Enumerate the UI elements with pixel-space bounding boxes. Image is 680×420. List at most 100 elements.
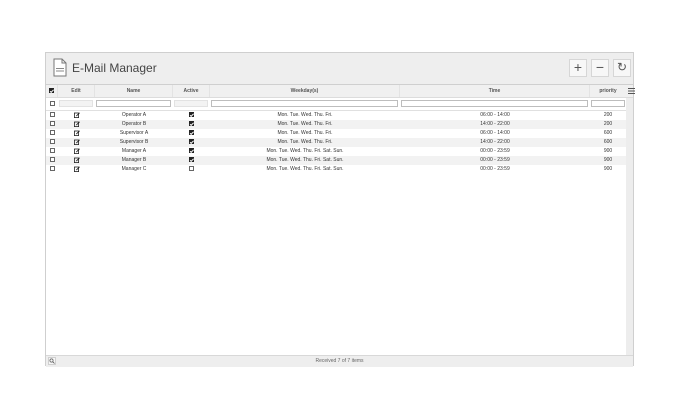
edit-icon[interactable] bbox=[73, 157, 80, 163]
refresh-button[interactable]: ↻ bbox=[613, 59, 631, 77]
table-row[interactable]: Manager A Mon. Tue. Wed. Thu. Fri. Sat. S… bbox=[46, 147, 633, 156]
row-active-cell[interactable] bbox=[173, 165, 210, 174]
grid-footer: Received 7 of 7 items bbox=[46, 355, 633, 367]
row-weekdays: Mon. Tue. Wed. Thu. Fri. Sat. Sun. bbox=[266, 148, 344, 154]
edit-icon[interactable] bbox=[73, 166, 80, 172]
row-time: 14:00 - 22:00 bbox=[480, 121, 510, 127]
row-select-checkbox[interactable] bbox=[49, 112, 55, 118]
window-title: E-Mail Manager bbox=[72, 61, 157, 75]
remove-button[interactable]: − bbox=[591, 59, 609, 77]
filter-weekdays-input[interactable] bbox=[211, 100, 398, 107]
row-active-checkbox[interactable] bbox=[189, 166, 194, 172]
row-edit-cell[interactable] bbox=[58, 120, 95, 129]
row-priority: 900 bbox=[603, 157, 613, 163]
table-row[interactable]: Manager B Mon. Tue. Wed. Thu. Fri. Sat. S… bbox=[46, 156, 633, 165]
row-weekdays: Mon. Tue. Wed. Thu. Fri. Sat. Sun. bbox=[266, 166, 344, 172]
row-select-checkbox[interactable] bbox=[49, 130, 55, 136]
row-priority: 200 bbox=[603, 121, 613, 127]
row-select-checkbox[interactable] bbox=[49, 121, 55, 127]
table-row[interactable]: Operator A Mon. Tue. Wed. Thu. Fri. 06:00 … bbox=[46, 111, 633, 120]
row-weekdays: Mon. Tue. Wed. Thu. Fri. bbox=[277, 121, 333, 127]
row-name: Supervisor A bbox=[119, 130, 149, 136]
row-active-cell[interactable] bbox=[173, 120, 210, 129]
row-weekdays: Mon. Tue. Wed. Thu. Fri. bbox=[277, 139, 333, 145]
row-active-checkbox[interactable] bbox=[189, 112, 194, 118]
filter-edit-input bbox=[59, 100, 93, 107]
row-active-checkbox[interactable] bbox=[189, 121, 194, 127]
row-priority: 200 bbox=[603, 112, 613, 118]
row-active-checkbox[interactable] bbox=[189, 130, 194, 136]
row-active-checkbox[interactable] bbox=[189, 148, 194, 154]
row-name: Manager A bbox=[121, 148, 147, 154]
edit-icon[interactable] bbox=[73, 139, 80, 145]
table-row[interactable]: Supervisor A Mon. Tue. Wed. Thu. Fri. 06:0… bbox=[46, 129, 633, 138]
row-select-checkbox[interactable] bbox=[49, 157, 55, 163]
table-row[interactable]: Operator B Mon. Tue. Wed. Thu. Fri. 14:00 … bbox=[46, 120, 633, 129]
row-priority: 900 bbox=[603, 148, 613, 154]
select-all-checkbox[interactable] bbox=[49, 88, 54, 94]
row-active-cell[interactable] bbox=[173, 147, 210, 156]
grid-header-row: Edit Name Active Weekday(s) Time priorit… bbox=[46, 85, 633, 98]
edit-icon[interactable] bbox=[73, 130, 80, 136]
row-active-checkbox[interactable] bbox=[189, 139, 194, 145]
row-edit-cell[interactable] bbox=[58, 129, 95, 138]
row-time: 00:00 - 23:59 bbox=[480, 157, 510, 163]
row-active-cell[interactable] bbox=[173, 129, 210, 138]
table-row[interactable]: Supervisor B Mon. Tue. Wed. Thu. Fri. 14:0… bbox=[46, 138, 633, 147]
row-priority: 900 bbox=[603, 166, 613, 172]
filter-select-cell[interactable] bbox=[46, 98, 58, 110]
filter-row bbox=[46, 98, 633, 111]
row-edit-cell[interactable] bbox=[58, 138, 95, 147]
row-time: 00:00 - 23:59 bbox=[480, 166, 510, 172]
row-edit-cell[interactable] bbox=[58, 165, 95, 174]
document-icon bbox=[53, 58, 67, 77]
row-edit-cell[interactable] bbox=[58, 156, 95, 165]
col-header-weekdays[interactable]: Weekday(s) bbox=[210, 85, 400, 97]
col-header-priority[interactable]: priority bbox=[590, 85, 626, 97]
menu-icon[interactable] bbox=[628, 87, 635, 95]
row-active-cell[interactable] bbox=[173, 156, 210, 165]
row-active-cell[interactable] bbox=[173, 111, 210, 120]
row-select-cell[interactable] bbox=[46, 156, 58, 165]
col-header-name[interactable]: Name bbox=[95, 85, 173, 97]
col-header-time[interactable]: Time bbox=[400, 85, 590, 97]
row-weekdays: Mon. Tue. Wed. Thu. Fri. bbox=[277, 130, 333, 136]
filter-checkbox[interactable] bbox=[49, 101, 55, 107]
row-time: 00:00 - 23:59 bbox=[480, 148, 510, 154]
filter-time-input[interactable] bbox=[401, 100, 588, 107]
row-select-cell[interactable] bbox=[46, 165, 58, 174]
panel-header: E-Mail Manager + − ↻ bbox=[46, 53, 633, 85]
row-edit-cell[interactable] bbox=[58, 111, 95, 120]
row-name: Manager B bbox=[121, 157, 147, 163]
row-select-cell[interactable] bbox=[46, 111, 58, 120]
row-select-cell[interactable] bbox=[46, 147, 58, 156]
row-priority: 600 bbox=[603, 139, 613, 145]
vertical-scrollbar[interactable] bbox=[626, 98, 633, 366]
edit-icon[interactable] bbox=[73, 112, 80, 118]
filter-priority-input[interactable] bbox=[591, 100, 625, 107]
row-select-cell[interactable] bbox=[46, 138, 58, 147]
row-select-checkbox[interactable] bbox=[49, 139, 55, 145]
row-active-cell[interactable] bbox=[173, 138, 210, 147]
row-weekdays: Mon. Tue. Wed. Thu. Fri. bbox=[277, 112, 333, 118]
row-time: 06:00 - 14:00 bbox=[480, 112, 510, 118]
filter-name-input[interactable] bbox=[96, 100, 171, 107]
col-header-active[interactable]: Active bbox=[173, 85, 210, 97]
col-header-edit[interactable]: Edit bbox=[58, 85, 95, 97]
edit-icon[interactable] bbox=[73, 121, 80, 127]
row-name: Supervisor B bbox=[119, 139, 149, 145]
row-active-checkbox[interactable] bbox=[189, 157, 194, 163]
edit-icon[interactable] bbox=[73, 148, 80, 154]
row-weekdays: Mon. Tue. Wed. Thu. Fri. Sat. Sun. bbox=[266, 157, 344, 163]
row-select-checkbox[interactable] bbox=[49, 166, 55, 172]
select-all-cell[interactable] bbox=[46, 85, 58, 97]
add-button[interactable]: + bbox=[569, 59, 587, 77]
row-name: Manager C bbox=[121, 166, 147, 172]
row-name: Operator B bbox=[121, 121, 147, 127]
row-select-checkbox[interactable] bbox=[49, 148, 55, 154]
table-row[interactable]: Manager C Mon. Tue. Wed. Thu. Fri. Sat. S… bbox=[46, 165, 633, 174]
row-select-cell[interactable] bbox=[46, 120, 58, 129]
row-time: 06:00 - 14:00 bbox=[480, 130, 510, 136]
row-select-cell[interactable] bbox=[46, 129, 58, 138]
row-edit-cell[interactable] bbox=[58, 147, 95, 156]
